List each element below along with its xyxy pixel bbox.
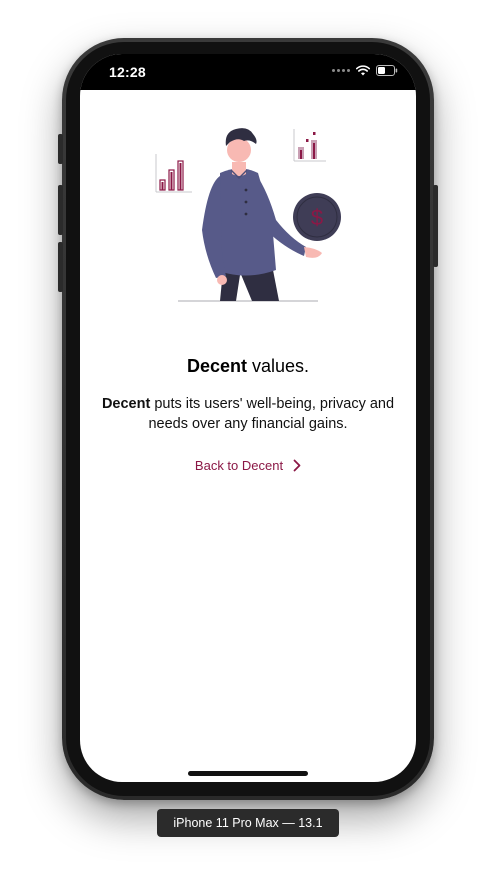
- status-bar: 12:28: [80, 54, 416, 90]
- back-to-decent-button[interactable]: Back to Decent: [80, 458, 416, 473]
- chevron-right-icon: [293, 459, 301, 472]
- device-label: iPhone 11 Pro Max — 13.1: [157, 809, 339, 837]
- signal-dots-icon: [332, 69, 350, 72]
- left-bar-chart: [155, 154, 192, 193]
- silent-switch: [58, 134, 63, 164]
- title-rest: values.: [246, 356, 310, 376]
- back-link-label: Back to Decent: [194, 458, 284, 473]
- status-time: 12:28: [109, 64, 146, 80]
- volume-up-button: [58, 185, 63, 235]
- app-screen: 12:28 $ Decent values. Decent puts its u…: [80, 54, 416, 782]
- dollar-coin: $: [293, 193, 341, 241]
- finance-illustration: $: [155, 128, 341, 302]
- description-brand: Decent: [101, 396, 151, 412]
- volume-down-button: [58, 242, 63, 292]
- description: Decent puts its users' well-being, priva…: [94, 394, 402, 434]
- title-brand: Decent: [186, 356, 247, 376]
- description-text: puts its users' well-being, privacy and …: [148, 396, 395, 432]
- right-bar-chart: [293, 129, 326, 162]
- wifi-icon: [356, 65, 370, 76]
- battery-icon: [376, 65, 398, 76]
- page-title: Decent values.: [80, 356, 416, 377]
- notch: [163, 54, 333, 78]
- power-button: [433, 185, 438, 267]
- home-indicator[interactable]: [188, 771, 308, 776]
- simulator-stage: 12:28 $ Decent values. Decent puts its u…: [0, 0, 496, 872]
- dollar-icon: $: [311, 205, 323, 230]
- status-icons: [332, 65, 398, 76]
